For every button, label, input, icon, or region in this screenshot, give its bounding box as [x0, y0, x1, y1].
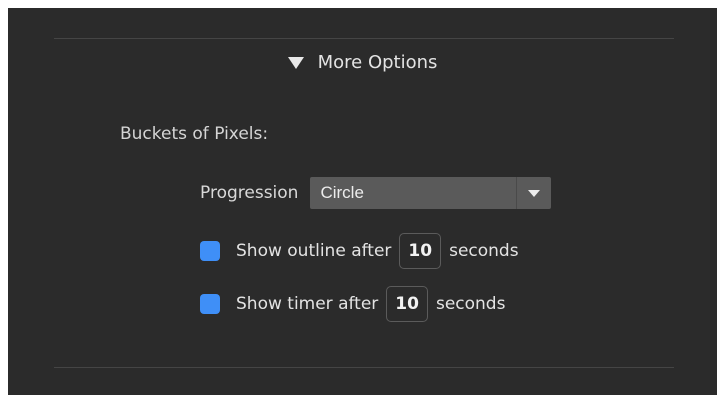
progression-label: Progression: [200, 183, 299, 203]
options-panel: More Options Buckets of Pixels: Progress…: [8, 8, 717, 395]
outline-seconds-unit: seconds: [449, 241, 519, 261]
show-outline-label: Show outline after: [236, 241, 392, 261]
timer-seconds-field[interactable]: 10: [386, 286, 428, 322]
show-outline-checkbox[interactable]: [200, 241, 220, 261]
select-arrow-button[interactable]: [516, 177, 551, 209]
more-options-disclosure[interactable]: More Options: [8, 52, 717, 73]
show-timer-row: Show timer after 10 seconds: [200, 284, 505, 324]
show-outline-row: Show outline after 10 seconds: [200, 231, 519, 271]
outline-seconds-field[interactable]: 10: [399, 233, 442, 269]
show-timer-label: Show timer after: [236, 294, 379, 314]
progression-select[interactable]: Circle: [310, 177, 552, 209]
bottom-divider: [54, 367, 674, 368]
show-timer-checkbox[interactable]: [200, 294, 220, 314]
disclosure-triangle-icon[interactable]: [287, 57, 304, 69]
timer-seconds-unit: seconds: [435, 294, 506, 314]
progression-selected-value[interactable]: Circle: [310, 183, 363, 203]
chevron-down-icon: [528, 189, 541, 197]
more-options-label[interactable]: More Options: [318, 52, 438, 73]
progression-row: Progression Circle: [200, 177, 552, 209]
top-divider: [54, 38, 674, 39]
section-title: Buckets of Pixels:: [120, 124, 269, 144]
